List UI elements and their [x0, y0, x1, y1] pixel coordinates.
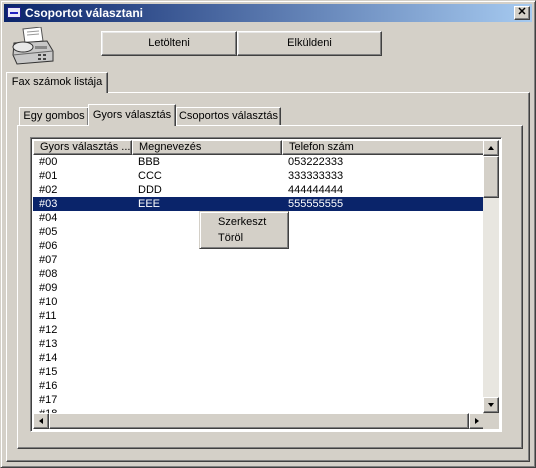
up-arrow-icon [488, 146, 494, 150]
menu-item-edit[interactable]: Szerkeszt [203, 214, 285, 230]
row-cell-code: #12 [39, 324, 58, 336]
row-cell-name: DDD [138, 184, 162, 196]
scroll-down-button[interactable] [483, 397, 499, 413]
row-cell-code: #04 [39, 212, 58, 224]
row-cell-phone: 333333333 [288, 170, 344, 182]
row-cell-phone: 053222333 [288, 156, 344, 168]
scroll-left-button[interactable] [33, 413, 49, 429]
table-row[interactable]: #07 [33, 253, 485, 267]
table-row[interactable]: #02 DDD 444444444 [33, 183, 485, 197]
tab-quick-dial[interactable]: Gyors választás [88, 104, 176, 126]
table-row[interactable]: #11 [33, 309, 485, 323]
row-cell-phone: 555555555 [288, 198, 344, 210]
row-cell-code: #07 [39, 254, 58, 266]
row-cell-code: #03 [39, 198, 58, 210]
title-bar[interactable]: Csoportot választani ✕ [4, 4, 532, 22]
table-row[interactable]: #01 CCC 333333333 [33, 169, 485, 183]
row-cell-code: #11 [39, 310, 57, 322]
row-cell-code: #01 [39, 170, 58, 182]
fax-machine-icon [12, 27, 54, 65]
download-button[interactable]: Letölteni [101, 31, 237, 56]
table-row[interactable]: #08 [33, 267, 485, 281]
menu-item-delete[interactable]: Töröl [203, 230, 285, 246]
row-cell-code: #08 [39, 268, 58, 280]
column-header-quick-dial[interactable]: Gyors választás ... [33, 140, 132, 155]
tab-one-button[interactable]: Egy gombos [19, 107, 89, 125]
send-button[interactable]: Elküldeni [237, 31, 382, 56]
row-cell-name: CCC [138, 170, 162, 182]
row-cell-code: #15 [39, 366, 58, 378]
row-cell-code: #06 [39, 240, 58, 252]
table-row[interactable]: #03 EEE 555555555 [33, 197, 485, 211]
table-row[interactable]: #16 [33, 379, 485, 393]
right-arrow-icon [475, 418, 479, 424]
row-cell-name: EEE [138, 198, 161, 210]
table-row[interactable]: #17 [33, 393, 485, 407]
window-icon [7, 7, 21, 18]
context-menu: Szerkeszt Töröl [199, 211, 289, 249]
table-row[interactable]: #00 BBB 053222333 [33, 155, 485, 169]
tab-group-dial[interactable]: Csoportos választás [176, 107, 281, 125]
scroll-corner [483, 413, 499, 429]
dialog-window: Csoportot választani ✕ Letölteni Elkülde… [0, 0, 536, 468]
row-cell-phone: 444444444 [288, 184, 344, 196]
row-cell-code: #02 [39, 184, 58, 196]
row-cell-code: #13 [39, 338, 58, 350]
vertical-scrollbar[interactable] [483, 140, 499, 413]
down-arrow-icon [488, 403, 494, 407]
column-header-phone[interactable]: Telefon szám [282, 140, 485, 155]
table-row[interactable]: #14 [33, 351, 485, 365]
table-row[interactable]: #12 [33, 323, 485, 337]
horizontal-scrollbar[interactable] [33, 413, 485, 429]
close-button[interactable]: ✕ [514, 6, 530, 20]
table-row[interactable]: #13 [33, 337, 485, 351]
row-cell-code: #00 [39, 156, 58, 168]
table-row[interactable]: #09 [33, 281, 485, 295]
row-cell-code: #05 [39, 226, 58, 238]
row-cell-code: #14 [39, 352, 58, 364]
row-cell-name: BBB [138, 156, 161, 168]
column-header-name[interactable]: Megnevezés [132, 140, 282, 155]
tab-fax-numbers-list[interactable]: Fax számok listája [6, 72, 108, 93]
left-arrow-icon [39, 418, 43, 424]
table-row[interactable]: #10 [33, 295, 485, 309]
window-title: Csoportot választani [25, 6, 144, 20]
table-row[interactable]: #15 [33, 365, 485, 379]
row-cell-code: #09 [39, 282, 58, 294]
list-rows: #00 BBB 053222333 #01 CCC 333333333 #02 DDD 4444… [33, 155, 485, 421]
row-cell-code: #10 [39, 296, 58, 308]
row-cell-code: #17 [39, 394, 58, 406]
list-header: Gyors választás ... Megnevezés Telefon s… [33, 140, 485, 155]
quick-dial-list[interactable]: Gyors választás ... Megnevezés Telefon s… [30, 137, 502, 432]
horizontal-scroll-thumb[interactable] [49, 413, 469, 429]
vertical-scroll-thumb[interactable] [483, 156, 499, 198]
row-cell-code: #16 [39, 380, 58, 392]
scroll-up-button[interactable] [483, 140, 499, 156]
